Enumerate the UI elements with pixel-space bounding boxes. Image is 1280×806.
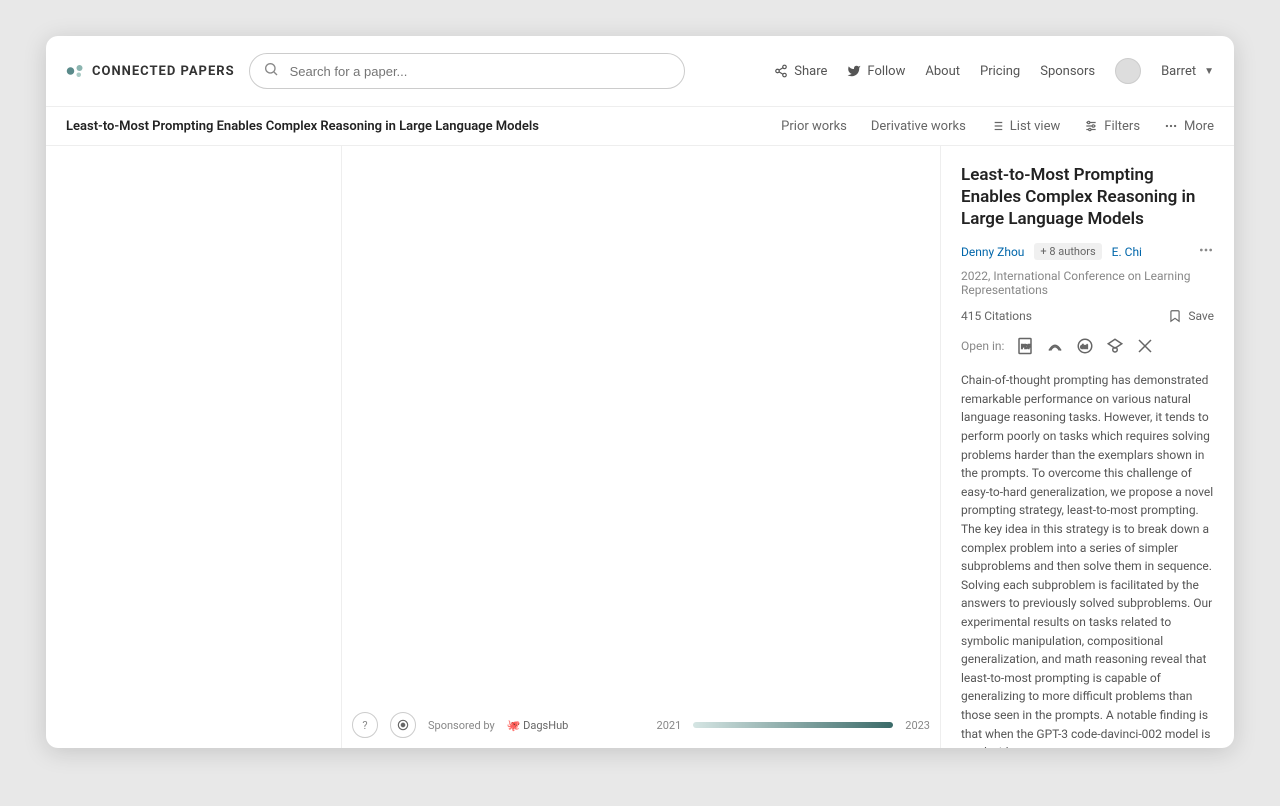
more-authors[interactable]: + 8 authors [1034, 243, 1101, 260]
about-link[interactable]: About [925, 64, 960, 79]
graph-footer: ? Sponsored by 🐙 DagsHub 2021 2023 [352, 712, 930, 738]
graph-area[interactable]: ? Sponsored by 🐙 DagsHub 2021 2023 [342, 146, 940, 748]
detail-venue: 2022, International Conference on Learni… [961, 269, 1214, 297]
more-button[interactable]: More [1164, 119, 1214, 134]
search-icon [263, 61, 279, 81]
open-in-label: Open in: [961, 339, 1004, 353]
google-scholar-icon[interactable] [1106, 337, 1124, 355]
list-view-button[interactable]: List view [990, 119, 1060, 134]
detail-menu-button[interactable] [1198, 242, 1214, 261]
target-icon [396, 718, 410, 732]
pricing-link[interactable]: Pricing [980, 64, 1020, 79]
last-author[interactable]: E. Chi [1112, 245, 1142, 259]
list-view-label: List view [1010, 119, 1060, 134]
follow-label: Follow [867, 64, 905, 79]
detail-cite-row: 415 Citations Save [961, 309, 1214, 323]
svg-text:doi: doi [1081, 345, 1088, 351]
topnav: Share Follow About Pricing Sponsors Barr… [774, 58, 1214, 84]
detail-authors: Denny Zhou + 8 authors E. Chi [961, 242, 1214, 261]
user-menu[interactable]: Barret ▼ [1161, 64, 1214, 79]
filters-icon [1084, 119, 1098, 133]
app-frame: CONNECTED PAPERS Share Follow About Pric… [46, 36, 1234, 748]
save-label: Save [1188, 309, 1214, 323]
citations: 415 Citations [961, 309, 1032, 323]
x-icon[interactable] [1136, 337, 1154, 355]
twitter-icon [847, 64, 861, 78]
list-icon [990, 119, 1004, 133]
open-in-row: Open in: PDF doi [961, 337, 1214, 355]
logo-icon [66, 62, 84, 80]
derivative-works-link[interactable]: Derivative works [871, 119, 966, 134]
sponsored-label: Sponsored by [428, 719, 495, 732]
prior-works-link[interactable]: Prior works [781, 119, 847, 134]
subbar: Least-to-Most Prompting Enables Complex … [46, 106, 1234, 146]
save-button[interactable]: Save [1168, 309, 1214, 323]
filters-label: Filters [1104, 119, 1140, 134]
year-end: 2023 [905, 719, 930, 732]
year-slider[interactable] [693, 722, 893, 728]
svg-text:PDF: PDF [1022, 345, 1032, 351]
brand-text: CONNECTED PAPERS [92, 64, 235, 79]
chevron-down-icon: ▼ [1204, 66, 1214, 77]
doi-icon[interactable]: doi [1076, 337, 1094, 355]
search-box [249, 53, 685, 89]
user-name: Barret [1161, 64, 1196, 79]
avatar[interactable] [1115, 58, 1141, 84]
sidebar[interactable] [46, 146, 342, 748]
share-button[interactable]: Share [774, 64, 827, 79]
page-title: Least-to-Most Prompting Enables Complex … [66, 119, 757, 134]
locate-button[interactable] [390, 712, 416, 738]
content: ? Sponsored by 🐙 DagsHub 2021 2023 Least… [46, 146, 1234, 748]
sponsors-link[interactable]: Sponsors [1040, 64, 1095, 79]
help-button[interactable]: ? [352, 712, 378, 738]
more-label: More [1184, 119, 1214, 134]
more-icon [1164, 119, 1178, 133]
search-input[interactable] [249, 53, 685, 89]
detail-title: Least-to-Most Prompting Enables Complex … [961, 164, 1214, 230]
semantic-scholar-icon[interactable] [1046, 337, 1064, 355]
share-label: Share [794, 64, 827, 79]
bookmark-icon [1168, 309, 1182, 323]
follow-button[interactable]: Follow [847, 64, 905, 79]
sponsor-name[interactable]: 🐙 DagsHub [507, 719, 569, 732]
detail-panel: Least-to-Most Prompting Enables Complex … [940, 146, 1234, 748]
year-start: 2021 [657, 719, 682, 732]
abstract: Chain-of-thought prompting has demonstra… [961, 371, 1214, 748]
topbar: CONNECTED PAPERS Share Follow About Pric… [46, 36, 1234, 106]
logo[interactable]: CONNECTED PAPERS [66, 62, 235, 80]
filters-button[interactable]: Filters [1084, 119, 1140, 134]
author-name[interactable]: Denny Zhou [961, 245, 1024, 259]
share-icon [774, 64, 788, 78]
pdf-icon[interactable]: PDF [1016, 337, 1034, 355]
graph-svg [342, 146, 940, 748]
